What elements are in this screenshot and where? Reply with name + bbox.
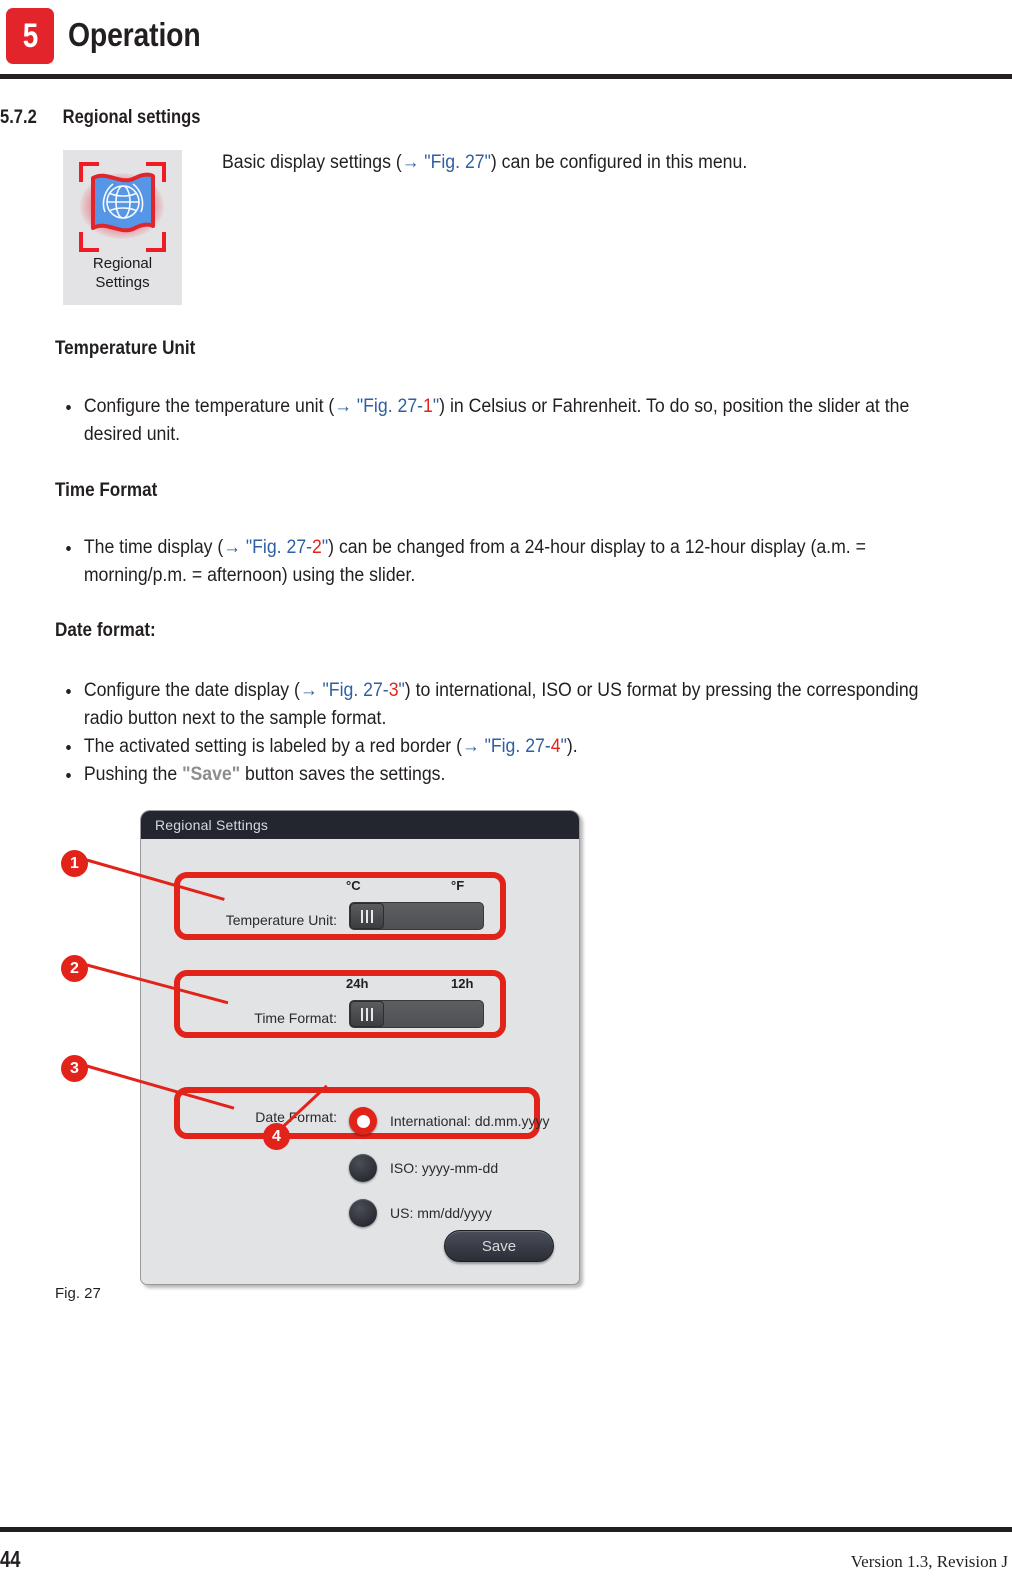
bullet-text-2: button saves the settings. [240, 764, 446, 785]
menu-icon-label-line2: Settings [95, 274, 150, 291]
chapter-title: Operation [68, 16, 201, 53]
page-header: 5 Operation [0, 0, 1012, 78]
slider-knob[interactable] [350, 1001, 384, 1027]
cross-reference-item-number[interactable]: 1 [423, 396, 433, 417]
list-item: Configure the temperature unit (→ "Fig. … [55, 393, 934, 449]
intro-paragraph: Basic display settings (→ "Fig. 27") can… [222, 149, 929, 176]
cross-reference-item-number[interactable]: 3 [389, 680, 399, 701]
list-item: Pushing the "Save" button saves the sett… [55, 761, 934, 789]
bullet-text-1: Pushing the [83, 764, 183, 785]
radio-button-selected[interactable] [349, 1107, 377, 1135]
bullet-text-2: ). [566, 736, 578, 757]
bracket-top-right [146, 162, 166, 182]
un-flag-icon [63, 150, 182, 260]
date-option-us[interactable]: US: mm/dd/yyyy [349, 1198, 492, 1228]
grip-line-icon [361, 1007, 363, 1021]
document-version: Version 1.3, Revision J [850, 1552, 1008, 1571]
temperature-unit-label: Temperature Unit: [225, 912, 337, 928]
intro-text-2: ) can be configured in this menu. [490, 152, 748, 173]
list-item: Configure the date display (→ "Fig. 27-3… [55, 677, 934, 733]
regional-settings-dialog: Regional Settings Temperature Unit: °C °… [140, 810, 580, 1285]
bullet-text-1: Configure the date display ( [83, 680, 300, 701]
subheading-date-format: Date format: [55, 620, 156, 641]
date-option-label: ISO: yyyy-mm-dd [390, 1160, 499, 1176]
list-item: The time display (→ "Fig. 27-2") can be … [55, 534, 934, 590]
cross-reference-fig27[interactable]: → "Fig. 27" [402, 152, 491, 173]
date-option-international[interactable]: International: dd.mm.yyyy [349, 1106, 550, 1136]
grip-line-icon [371, 1007, 373, 1021]
temperature-unit-slider[interactable] [349, 902, 484, 930]
section-heading: 5.7.2 Regional settings [0, 107, 200, 129]
page-number: 44 [0, 1546, 21, 1572]
bullet-list-temperature: Configure the temperature unit (→ "Fig. … [55, 393, 934, 449]
time-format-slider[interactable] [349, 1000, 484, 1028]
list-item: The activated setting is labeled by a re… [55, 733, 934, 761]
callout-marker-3: 3 [61, 1055, 88, 1082]
time-scale-right: 12h [451, 976, 474, 991]
header-rule [0, 74, 1012, 79]
grip-line-icon [366, 909, 368, 923]
bullet-text-1: The activated setting is labeled by a re… [83, 736, 462, 757]
callout-marker-1: 1 [61, 850, 88, 877]
figure-caption: Fig. 27 [55, 1285, 101, 1302]
temperature-scale-right: °F [451, 878, 465, 893]
intro-text-1: Basic display settings ( [222, 152, 402, 173]
temperature-scale-left: °C [346, 878, 361, 893]
date-format-row: Date Format: International: dd.mm.yyyy I… [141, 1079, 579, 1239]
cross-reference-item-number[interactable]: 2 [312, 537, 322, 558]
callout-marker-2: 2 [61, 955, 88, 982]
section-number: 5.7.2 [0, 107, 37, 128]
save-button[interactable]: Save [444, 1230, 554, 1262]
menu-icon-label-line1: Regional [92, 255, 153, 272]
grip-line-icon [366, 1007, 368, 1021]
dialog-body: Temperature Unit: °C °F Time Format: 24h… [141, 839, 579, 1284]
bracket-top-left [79, 162, 99, 182]
temperature-unit-row: Temperature Unit: °C °F [141, 870, 579, 942]
save-button-reference: "Save" [182, 764, 241, 785]
bullet-list-time: The time display (→ "Fig. 27-2") can be … [55, 534, 934, 590]
menu-icon-label: Regional Settings [63, 254, 182, 292]
subheading-temperature-unit: Temperature Unit [55, 338, 196, 359]
date-option-label: US: mm/dd/yyyy [390, 1205, 492, 1221]
date-option-iso[interactable]: ISO: yyyy-mm-dd [349, 1153, 498, 1183]
document-page: 5 Operation 5.7.2 Regional settings Regi… [0, 0, 1012, 1595]
date-option-label: International: dd.mm.yyyy [390, 1113, 550, 1129]
chapter-number: 5 [22, 17, 38, 55]
callout-marker-4: 4 [263, 1123, 290, 1150]
cross-reference-prefix[interactable]: → "Fig. 27- [334, 396, 423, 417]
grip-line-icon [361, 909, 363, 923]
bullet-list-date: Configure the date display (→ "Fig. 27-3… [55, 677, 934, 789]
dialog-title-bar: Regional Settings [141, 811, 579, 839]
date-format-label: Date Format: [255, 1109, 337, 1125]
figure-27: 1 2 3 Regional Settings Temperature Unit… [55, 805, 615, 1305]
bullet-text-1: The time display ( [83, 537, 224, 558]
radio-button[interactable] [349, 1154, 377, 1182]
cross-reference-prefix[interactable]: → "Fig. 27- [223, 537, 312, 558]
grip-line-icon [371, 909, 373, 923]
cross-reference-item-number[interactable]: 4 [551, 736, 561, 757]
time-scale-left: 24h [346, 976, 369, 991]
bracket-bottom-right [146, 232, 166, 252]
time-format-row: Time Format: 24h 12h [141, 968, 579, 1040]
cross-reference-prefix[interactable]: → "Fig. 27- [462, 736, 551, 757]
section-title: Regional settings [62, 107, 201, 128]
bullet-text-1: Configure the temperature unit ( [83, 396, 335, 417]
bracket-bottom-left [79, 232, 99, 252]
slider-knob[interactable] [350, 903, 384, 929]
regional-settings-menu-icon: Regional Settings [63, 150, 182, 305]
radio-button[interactable] [349, 1199, 377, 1227]
time-format-label: Time Format: [254, 1010, 337, 1026]
cross-reference-prefix[interactable]: → "Fig. 27- [300, 680, 389, 701]
footer-rule [0, 1527, 1012, 1532]
chapter-number-badge: 5 [6, 8, 54, 64]
subheading-time-format: Time Format [55, 480, 158, 501]
